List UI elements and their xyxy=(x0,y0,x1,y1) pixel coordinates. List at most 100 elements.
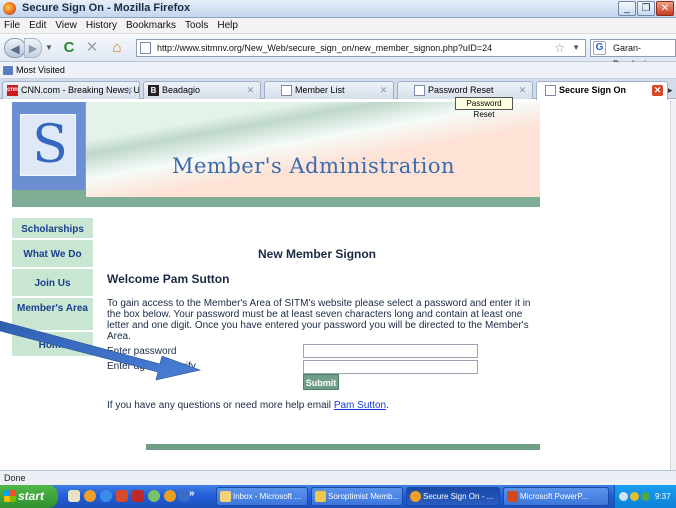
status-text: Done xyxy=(4,473,26,483)
ie-icon[interactable] xyxy=(100,490,112,502)
b-icon: B xyxy=(148,85,159,96)
cnn-icon: cnn xyxy=(7,85,18,96)
search-bar[interactable]: G Garan-Beadagio xyxy=(590,39,676,69)
app-icon[interactable] xyxy=(132,490,144,502)
system-tray: 9:37 AM xyxy=(614,485,676,508)
window-titlebar: Secure Sign On - Mozilla Firefox _ ❐ ✕ xyxy=(0,0,676,18)
menu-help[interactable]: Help xyxy=(217,20,238,31)
forward-arrow-icon[interactable]: ▶ xyxy=(24,38,42,58)
password-label: Enter password xyxy=(107,346,177,357)
reload-icon[interactable]: C xyxy=(60,38,78,58)
tab-label: Member List xyxy=(295,85,345,95)
help-suffix: . xyxy=(386,400,389,411)
task-label: Microsoft PowerP... xyxy=(520,492,589,501)
tab-strip: cnn CNN.com - Breaking News, U... ✕ B Be… xyxy=(0,79,676,100)
search-engine-icon[interactable]: G xyxy=(593,41,606,55)
taskbar-secure-sign-on[interactable]: Secure Sign On - ... xyxy=(406,487,500,506)
nav-members-area[interactable]: Member's Area xyxy=(12,298,93,332)
intro-text: To gain access to the Member's Area of S… xyxy=(107,298,531,342)
start-button[interactable]: start xyxy=(0,485,58,508)
clock: 9:37 AM xyxy=(655,492,671,501)
windows-flag-icon xyxy=(4,490,16,502)
stop-icon[interactable]: ✕ xyxy=(83,38,101,58)
desktop-icon[interactable] xyxy=(68,490,80,502)
tray-icon[interactable] xyxy=(630,492,639,501)
tab-label: Beadagio xyxy=(162,85,201,95)
navigation-toolbar: ◀ ▶ ▼ C ✕ ⌂ http://www.sitmnv.org/New_We… xyxy=(0,34,676,69)
taskbar-inbox[interactable]: Inbox - Microsoft ... xyxy=(216,487,308,506)
history-dropdown-icon[interactable]: ▼ xyxy=(44,38,54,58)
nav-what-we-do[interactable]: What We Do xyxy=(12,240,93,269)
task-label: Soroptimist Memb... xyxy=(328,492,400,501)
menu-view[interactable]: View xyxy=(55,20,77,31)
banner-background xyxy=(86,102,540,197)
app-icon[interactable] xyxy=(148,490,160,502)
email-link[interactable]: Pam Sutton xyxy=(334,400,386,411)
close-tab-icon[interactable]: ✕ xyxy=(378,85,389,96)
verify-password-label: Enter again to verify xyxy=(107,361,196,372)
close-button[interactable]: ✕ xyxy=(656,1,674,16)
welcome-message: Welcome Pam Sutton xyxy=(107,272,230,286)
task-label: Inbox - Microsoft ... xyxy=(233,492,302,501)
taskbar-soroptimist[interactable]: Soroptimist Memb... xyxy=(311,487,403,506)
url-bar[interactable]: http://www.sitmnv.org/New_Web/secure_sig… xyxy=(136,39,586,57)
most-visited-link[interactable]: Most Visited xyxy=(16,65,65,75)
tab-label: CNN.com - Breaking News, U... xyxy=(21,85,140,95)
minimize-button[interactable]: _ xyxy=(618,1,636,16)
tab-beadagio[interactable]: B Beadagio ✕ xyxy=(143,81,261,99)
verify-password-input[interactable] xyxy=(303,360,478,374)
outlook-icon xyxy=(220,491,231,502)
volume-icon[interactable] xyxy=(641,492,650,501)
tab-tooltip: Password Reset xyxy=(455,97,513,119)
close-tab-icon[interactable]: ✕ xyxy=(652,85,663,96)
start-label: start xyxy=(18,489,45,503)
vertical-scrollbar[interactable] xyxy=(670,100,676,470)
menu-bookmarks[interactable]: Bookmarks xyxy=(126,20,176,31)
window-title: Secure Sign On - Mozilla Firefox xyxy=(22,2,191,14)
close-tab-icon[interactable]: ✕ xyxy=(517,85,528,96)
back-arrow-icon[interactable]: ◀ xyxy=(4,38,26,58)
task-label: Secure Sign On - ... xyxy=(423,492,494,501)
bookmarks-toolbar: Most Visited xyxy=(0,62,676,79)
site-banner: S Member's Administration xyxy=(12,102,540,207)
nav-join-us[interactable]: Join Us xyxy=(12,269,93,298)
nav-scholarships[interactable]: Scholarships xyxy=(12,218,93,240)
footer-divider xyxy=(146,444,540,450)
quicklaunch-more-icon[interactable]: » xyxy=(189,488,195,499)
url-dropdown-icon[interactable]: ▼ xyxy=(572,40,580,56)
url-text: http://www.sitmnv.org/New_Web/secure_sig… xyxy=(157,43,493,53)
tab-member-list[interactable]: Member List ✕ xyxy=(264,81,394,99)
tray-icon[interactable] xyxy=(619,492,628,501)
firefox-quicklaunch-icon[interactable] xyxy=(84,490,96,502)
bookmark-folder-icon xyxy=(3,66,13,75)
submit-button[interactable]: Submit xyxy=(303,374,339,390)
menu-file[interactable]: File xyxy=(4,20,20,31)
app-icon[interactable] xyxy=(116,490,128,502)
page-icon xyxy=(140,42,151,54)
tab-list-arrow-icon[interactable]: ▸ xyxy=(668,81,676,99)
bookmark-star-icon[interactable]: ☆ xyxy=(554,40,565,56)
banner-title: Member's Administration xyxy=(172,154,456,178)
tab-secure-sign-on[interactable]: Secure Sign On ✕ xyxy=(536,81,668,100)
home-icon[interactable]: ⌂ xyxy=(108,38,126,58)
menu-tools[interactable]: Tools xyxy=(185,20,208,31)
close-tab-icon[interactable]: ✕ xyxy=(124,85,135,96)
password-input[interactable] xyxy=(303,344,478,358)
tab-label: Password Reset xyxy=(428,85,494,95)
site-logo[interactable]: S xyxy=(12,102,85,190)
help-text: If you have any questions or need more h… xyxy=(107,400,389,411)
maximize-button[interactable]: ❐ xyxy=(637,1,655,16)
menu-edit[interactable]: Edit xyxy=(29,20,46,31)
window-controls: _ ❐ ✕ xyxy=(618,1,674,16)
page-icon xyxy=(414,85,425,96)
taskbar-powerpoint[interactable]: Microsoft PowerP... xyxy=(503,487,609,506)
close-tab-icon[interactable]: ✕ xyxy=(245,85,256,96)
firefox-icon xyxy=(3,2,16,15)
app-icon[interactable] xyxy=(164,490,176,502)
side-navigation: Scholarships What We Do Join Us Member's… xyxy=(12,218,93,358)
tab-cnn[interactable]: cnn CNN.com - Breaking News, U... ✕ xyxy=(2,81,140,99)
menu-history[interactable]: History xyxy=(86,20,117,31)
powerpoint-icon xyxy=(507,491,518,502)
page-icon xyxy=(281,85,292,96)
nav-home[interactable]: Home xyxy=(12,332,93,358)
